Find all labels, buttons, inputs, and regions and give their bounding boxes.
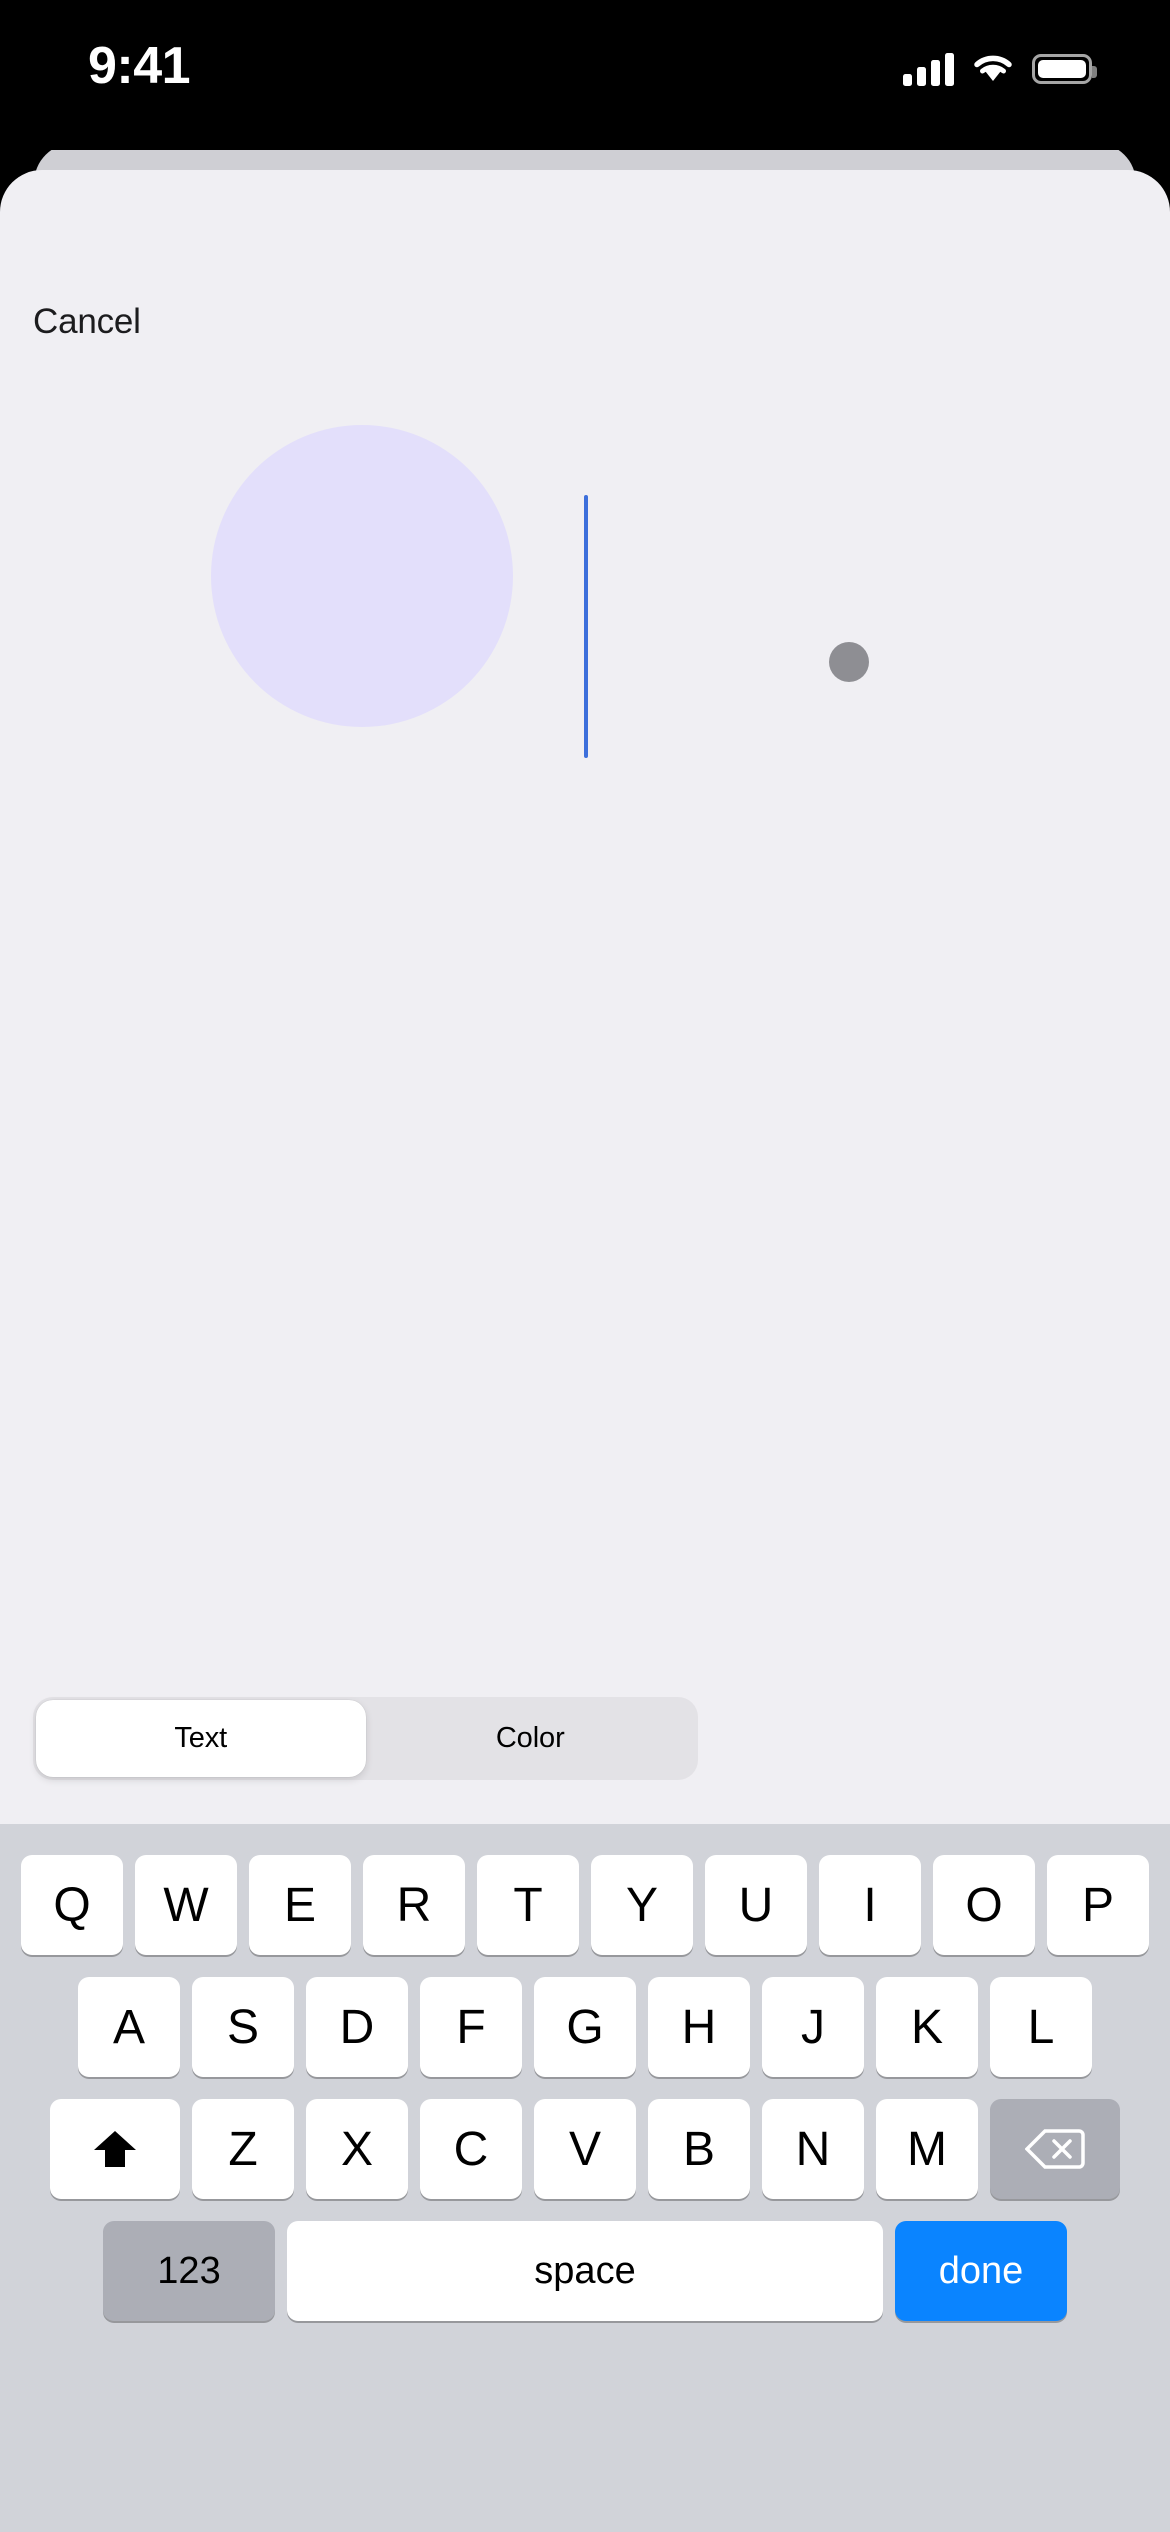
key-r[interactable]: R [363, 1855, 465, 1955]
key-i[interactable]: I [819, 1855, 921, 1955]
signal-bars-icon [903, 52, 954, 86]
on-screen-keyboard[interactable]: Q W E R T Y U I O P A S D F G H J K L Z … [0, 1824, 1170, 2532]
keyboard-row-2: A S D F G H J K L [0, 1977, 1170, 2077]
key-h[interactable]: H [648, 1977, 750, 2077]
status-bar-icons [903, 44, 1097, 94]
key-x[interactable]: X [306, 2099, 408, 2199]
key-z[interactable]: Z [192, 2099, 294, 2199]
status-bar: 9:41 [0, 0, 1170, 150]
key-a[interactable]: A [78, 1977, 180, 2077]
text-bubble[interactable] [211, 425, 513, 727]
key-p[interactable]: P [1047, 1855, 1149, 1955]
key-k[interactable]: K [876, 1977, 978, 2077]
tab-color[interactable]: Color [366, 1700, 696, 1777]
key-j[interactable]: J [762, 1977, 864, 2077]
key-d[interactable]: D [306, 1977, 408, 2077]
tab-text[interactable]: Text [36, 1700, 366, 1777]
text-cursor [584, 495, 588, 758]
key-c[interactable]: C [420, 2099, 522, 2199]
text-color-segmented-control[interactable]: Text Color [33, 1697, 698, 1780]
backspace-delete-glyph [1025, 2129, 1085, 2169]
status-bar-time: 9:41 [88, 37, 191, 95]
text-edit-canvas[interactable] [0, 170, 1170, 1600]
key-l[interactable]: L [990, 1977, 1092, 2077]
backspace-delete-icon[interactable] [990, 2099, 1120, 2199]
key-s[interactable]: S [192, 1977, 294, 2077]
key-o[interactable]: O [933, 1855, 1035, 1955]
key-w[interactable]: W [135, 1855, 237, 1955]
battery-icon [1032, 54, 1097, 84]
key-t[interactable]: T [477, 1855, 579, 1955]
key-g[interactable]: G [534, 1977, 636, 2077]
shift-up-arrow-icon[interactable] [50, 2099, 180, 2199]
key-m[interactable]: M [876, 2099, 978, 2199]
key-u[interactable]: U [705, 1855, 807, 1955]
wifi-icon [972, 51, 1014, 88]
key-n[interactable]: N [762, 2099, 864, 2199]
space-key[interactable]: space [287, 2221, 883, 2321]
key-f[interactable]: F [420, 1977, 522, 2077]
key-v[interactable]: V [534, 2099, 636, 2199]
key-q[interactable]: Q [21, 1855, 123, 1955]
keyboard-row-4: 123 space done [0, 2221, 1170, 2321]
keyboard-row-1: Q W E R T Y U I O P [0, 1855, 1170, 1955]
text-editor-sheet: Cancel Text Color Q W E R T Y U I O P A … [0, 170, 1170, 2532]
key-b[interactable]: B [648, 2099, 750, 2199]
done-key[interactable]: done [895, 2221, 1067, 2321]
key-y[interactable]: Y [591, 1855, 693, 1955]
resize-handle[interactable] [829, 642, 869, 682]
key-e[interactable]: E [249, 1855, 351, 1955]
shift-up-arrow-glyph [94, 2131, 136, 2167]
numbers-key[interactable]: 123 [103, 2221, 275, 2321]
keyboard-row-3: Z X C V B N M [0, 2099, 1170, 2199]
